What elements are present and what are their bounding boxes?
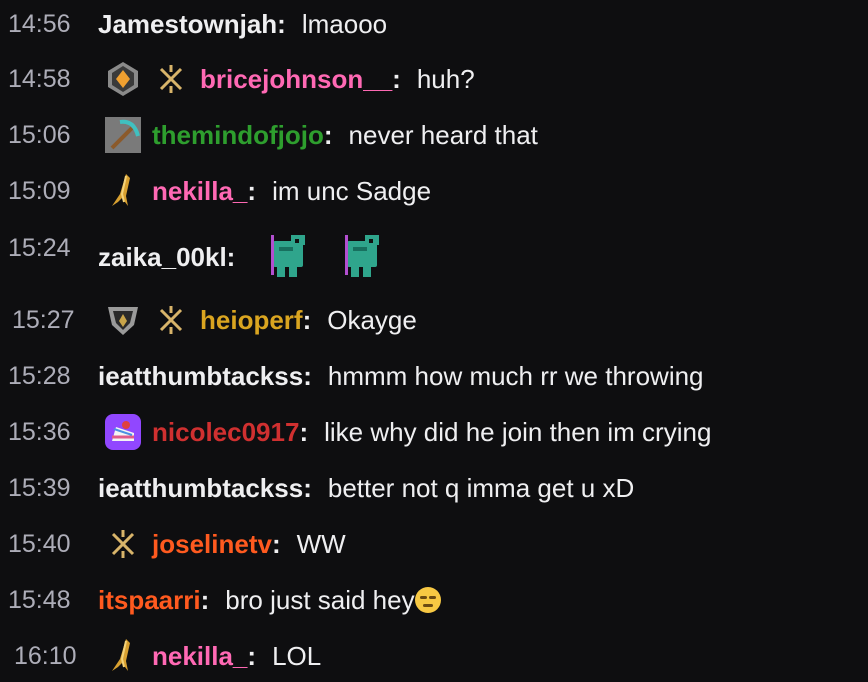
message-timestamp: 15:40 [8,529,71,558]
chat-username[interactable]: nekilla_ [152,641,247,672]
message-timestamp: 15:39 [8,473,71,502]
message-timestamp: 15:28 [8,361,71,390]
chat-username[interactable]: ieatthumbtackss [98,473,303,504]
chat-message: 15:48 itspaarri: bro just said hey [0,580,441,620]
message-text: like why did he join then im crying [324,416,712,447]
chat-message: 15:27 heioperf: Okayge [0,300,417,340]
message-timestamp: 15:27 [12,305,75,334]
message-text: im unc Sadge [272,175,432,206]
smirk-emoji [414,587,441,613]
message-timestamp: 15:48 [8,585,71,614]
chat-username[interactable]: itspaarri [98,585,201,616]
gold-sword-icon[interactable] [104,637,142,675]
chat-username[interactable]: heioperf [200,305,303,336]
message-text: lmaooo [301,8,388,39]
chat-username[interactable]: zaika_00kl [98,242,227,273]
message-text: WW [296,528,346,559]
rank-badge-icon[interactable] [104,60,142,98]
message-timestamp: 15:24 [8,234,71,262]
valorant-logo-icon[interactable] [152,60,190,98]
message-text: never heard that [348,119,538,150]
chat-message: 15:09 nekilla_: im unc Sadge [0,171,431,211]
chat-message: 14:56 Jamestownjah: lmaooo [0,4,387,44]
chat-message: 14:58 bricejohnson__: huh? [0,59,475,99]
chat-username[interactable]: nicolec0917 [152,417,299,448]
silver-rank-icon[interactable] [104,301,142,339]
message-timestamp: 14:56 [8,9,71,38]
chat-username[interactable]: themindofjojo [152,120,324,151]
message-text: huh? [416,63,475,94]
chat-message: 15:39 ieatthumbtackss: better not q imma… [0,468,634,508]
valorant-logo-icon[interactable] [152,301,190,339]
message-timestamp: 14:58 [8,64,71,93]
chat-username[interactable]: Jamestownjah [98,9,277,40]
message-timestamp: 16:10 [14,641,77,670]
dinosaur-emote[interactable] [343,233,385,281]
pickaxe-icon[interactable] [104,116,142,154]
chat-username[interactable]: bricejohnson__ [200,64,392,95]
message-text: Okayge [327,304,417,335]
message-text: bro just said hey [225,584,415,615]
chat-username[interactable]: ieatthumbtackss [98,361,303,392]
message-timestamp: 15:06 [8,120,71,149]
chat-message: 15:24 zaika_00kl: [0,230,385,284]
dinosaur-emote[interactable] [269,233,311,281]
message-timestamp: 15:09 [8,176,71,205]
chat-message: 16:10 nekilla_: LOL [0,636,321,676]
chat-message: 15:28 ieatthumbtackss: hmmm how much rr … [0,356,704,396]
chat-log: 14:56 Jamestownjah: lmaooo 14:58 bricejo… [0,0,868,682]
cake-icon[interactable] [104,413,142,451]
chat-message: 15:36 nicolec0917: like why did he join … [0,412,711,452]
message-text: LOL [272,640,322,671]
chat-username[interactable]: nekilla_ [152,176,247,207]
chat-message: 15:40 joselinetv: WW [0,524,346,564]
gold-sword-icon[interactable] [104,172,142,210]
valorant-logo-icon[interactable] [104,525,142,563]
chat-username[interactable]: joselinetv [152,529,272,560]
message-timestamp: 15:36 [8,417,71,446]
chat-message: 15:06 themindofjojo: never heard that [0,115,538,155]
message-text: hmmm how much rr we throwing [327,360,704,391]
message-text: better not q imma get u xD [327,472,635,503]
